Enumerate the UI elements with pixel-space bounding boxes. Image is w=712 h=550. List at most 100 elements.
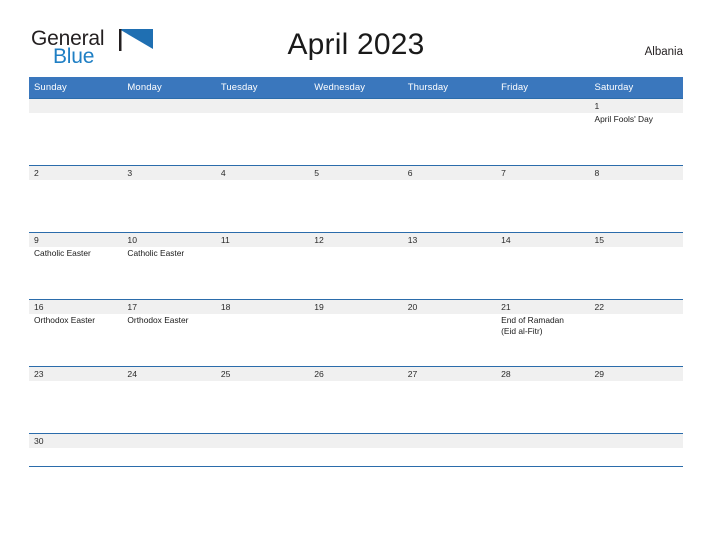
day-number bbox=[496, 99, 590, 113]
day-number bbox=[402, 434, 497, 448]
calendar-week-row: 1 April Fools' Day bbox=[29, 98, 683, 166]
event-label: Orthodox Easter bbox=[127, 315, 189, 325]
country-label: Albania bbox=[644, 46, 683, 58]
calendar-empty-cell bbox=[122, 433, 216, 467]
calendar-day-cell[interactable]: 7 bbox=[496, 165, 590, 233]
calendar-day-cell[interactable]: 1 April Fools' Day bbox=[589, 98, 683, 166]
day-number: 6 bbox=[402, 166, 497, 180]
day-cell-inner bbox=[496, 434, 590, 466]
day-cell-inner bbox=[122, 434, 216, 466]
calendar-day-cell[interactable]: 2 bbox=[29, 165, 123, 233]
calendar-day-cell[interactable]: 29 bbox=[589, 366, 683, 434]
day-number: 9 bbox=[29, 233, 123, 247]
day-cell-inner: 9 Catholic Easter bbox=[29, 233, 123, 299]
day-cell-inner: 21 End of Ramadan (Eid al-Fitr) bbox=[496, 300, 590, 366]
calendar-empty-cell bbox=[402, 98, 497, 166]
day-number: 20 bbox=[402, 300, 497, 314]
calendar-day-cell[interactable]: 26 bbox=[309, 366, 403, 434]
event-label: Catholic Easter bbox=[127, 248, 185, 258]
calendar-day-cell[interactable]: 27 bbox=[402, 366, 497, 434]
day-cell-inner: 17 Orthodox Easter bbox=[122, 300, 216, 366]
day-cell-inner: 29 bbox=[589, 367, 683, 433]
calendar-day-cell[interactable]: 6 bbox=[402, 165, 497, 233]
day-cell-inner: 14 bbox=[496, 233, 590, 299]
calendar-day-cell[interactable]: 5 bbox=[309, 165, 403, 233]
calendar-day-cell[interactable]: 13 bbox=[402, 232, 497, 300]
day-number: 27 bbox=[402, 367, 497, 381]
day-cell-inner: 18 bbox=[215, 300, 310, 366]
day-cell-inner: 16 Orthodox Easter bbox=[29, 300, 123, 366]
page-title: April 2023 bbox=[287, 28, 425, 61]
day-cell-inner bbox=[589, 434, 683, 466]
calendar-day-cell[interactable]: 11 bbox=[215, 232, 310, 300]
calendar-day-cell[interactable]: 17 Orthodox Easter bbox=[122, 299, 216, 367]
calendar-day-cell[interactable]: 19 bbox=[309, 299, 403, 367]
calendar-empty-cell bbox=[496, 433, 590, 467]
weekday-header-friday: Friday bbox=[496, 77, 590, 99]
day-number: 18 bbox=[215, 300, 310, 314]
calendar-day-cell[interactable]: 23 bbox=[29, 366, 123, 434]
calendar-day-cell[interactable]: 18 bbox=[215, 299, 310, 367]
calendar-day-cell[interactable]: 16 Orthodox Easter bbox=[29, 299, 123, 367]
day-number: 22 bbox=[589, 300, 683, 314]
day-cell-inner bbox=[402, 434, 497, 466]
day-number: 3 bbox=[122, 166, 216, 180]
calendar-day-cell[interactable]: 28 bbox=[496, 366, 590, 434]
day-cell-inner bbox=[402, 99, 497, 165]
day-cell-inner: 4 bbox=[215, 166, 310, 232]
day-number: 14 bbox=[496, 233, 590, 247]
day-cell-inner: 10 Catholic Easter bbox=[122, 233, 216, 299]
calendar-day-cell[interactable]: 12 bbox=[309, 232, 403, 300]
day-number bbox=[122, 434, 216, 448]
day-number bbox=[589, 434, 683, 448]
day-cell-inner: 1 April Fools' Day bbox=[589, 99, 683, 165]
calendar-day-cell[interactable]: 20 bbox=[402, 299, 497, 367]
calendar-day-cell[interactable]: 24 bbox=[122, 366, 216, 434]
day-cell-inner: 3 bbox=[122, 166, 216, 232]
day-number: 12 bbox=[309, 233, 403, 247]
day-number: 4 bbox=[215, 166, 310, 180]
calendar-day-cell[interactable]: 22 bbox=[589, 299, 683, 367]
day-number: 10 bbox=[122, 233, 216, 247]
day-number: 11 bbox=[215, 233, 310, 247]
weekday-header-row: Sunday Monday Tuesday Wednesday Thursday… bbox=[29, 77, 683, 99]
day-cell-inner: 20 bbox=[402, 300, 497, 366]
day-cell-inner: 15 bbox=[589, 233, 683, 299]
calendar-empty-cell bbox=[215, 98, 310, 166]
day-events: Orthodox Easter bbox=[122, 314, 215, 326]
calendar-week-row: 9 Catholic Easter 10 Catholic Easter 11 12 13 1… bbox=[29, 232, 683, 300]
calendar-empty-cell bbox=[402, 433, 497, 467]
weekday-header-thursday: Thursday bbox=[402, 77, 497, 99]
day-number bbox=[122, 99, 216, 113]
weekday-header-saturday: Saturday bbox=[589, 77, 683, 99]
calendar-empty-cell bbox=[309, 98, 403, 166]
day-cell-inner: 11 bbox=[215, 233, 310, 299]
day-events: April Fools' Day bbox=[590, 113, 683, 125]
calendar-week-row: 23 24 25 26 27 28 29 bbox=[29, 366, 683, 434]
day-cell-inner bbox=[122, 99, 216, 165]
day-cell-inner: 13 bbox=[402, 233, 497, 299]
day-number: 25 bbox=[215, 367, 310, 381]
day-cell-inner bbox=[215, 434, 310, 466]
calendar-day-cell[interactable]: 9 Catholic Easter bbox=[29, 232, 123, 300]
calendar-week-row: 2345678 bbox=[29, 165, 683, 233]
calendar-day-cell[interactable]: 14 bbox=[496, 232, 590, 300]
day-number: 7 bbox=[496, 166, 590, 180]
calendar-day-cell[interactable]: 21 End of Ramadan (Eid al-Fitr) bbox=[496, 299, 590, 367]
weekday-header-monday: Monday bbox=[122, 77, 216, 99]
day-number: 26 bbox=[309, 367, 403, 381]
calendar-day-cell[interactable]: 10 Catholic Easter bbox=[122, 232, 216, 300]
day-cell-inner: 30 bbox=[29, 434, 123, 466]
day-number: 23 bbox=[29, 367, 123, 381]
calendar-body: 1 April Fools' Day 2 3 4 5 6 7 8 9 Catholic Easter… bbox=[29, 98, 683, 467]
calendar-day-cell[interactable]: 15 bbox=[589, 232, 683, 300]
calendar-empty-cell bbox=[29, 98, 123, 166]
calendar-day-cell[interactable]: 4 bbox=[215, 165, 310, 233]
calendar-day-cell[interactable]: 3 bbox=[122, 165, 216, 233]
calendar-day-cell[interactable]: 8 bbox=[589, 165, 683, 233]
calendar-day-cell[interactable]: 25 bbox=[215, 366, 310, 434]
calendar-day-cell[interactable]: 30 bbox=[29, 433, 123, 467]
day-cell-inner: 23 bbox=[29, 367, 123, 433]
day-cell-inner: 2 bbox=[29, 166, 123, 232]
day-cell-inner: 22 bbox=[589, 300, 683, 366]
